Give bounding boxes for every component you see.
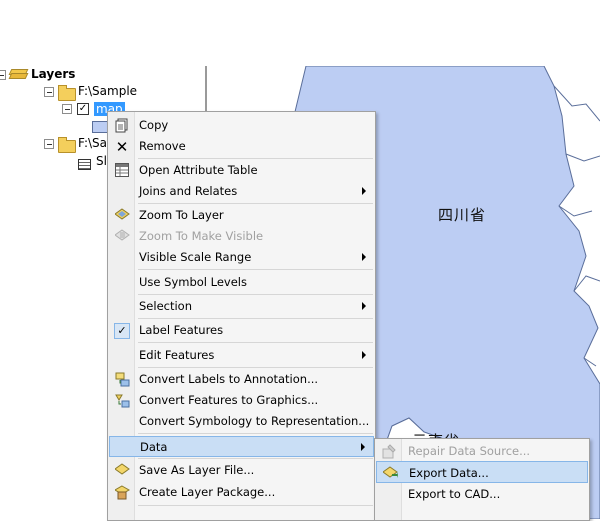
menu-separator (138, 367, 373, 368)
submenu-arrow-icon (362, 302, 366, 310)
menu-separator (138, 269, 373, 270)
submenu-item-label: Export to CAD... (408, 487, 501, 501)
table-icon (78, 159, 91, 170)
zoom-to-layer-icon (113, 208, 130, 224)
folder-icon (58, 137, 76, 153)
menu-item-convert-labels-to-annotation[interactable]: Convert Labels to Annotation... (109, 369, 374, 390)
submenu-arrow-icon (361, 443, 365, 451)
folder-icon (58, 85, 76, 101)
toc-item-table[interactable]: Sl (96, 154, 107, 168)
menu-item-label: Convert Features to Graphics... (139, 393, 319, 407)
menu-item-selection[interactable]: Selection (109, 296, 374, 317)
menu-item-label: Use Symbol Levels (139, 275, 247, 289)
collapse-toggle[interactable] (0, 70, 6, 80)
menu-item-save-as-layer-file[interactable]: Save As Layer File... (109, 460, 374, 481)
submenu-arrow-icon (362, 253, 366, 261)
menu-item-label: Selection (139, 299, 192, 313)
submenu-item-export-data[interactable]: Export Data... (376, 461, 588, 483)
menu-separator (138, 158, 373, 159)
menu-item-label: Convert Labels to Annotation... (139, 372, 319, 386)
layer-package-icon (113, 485, 130, 501)
remove-icon: ✕ (115, 138, 129, 156)
menu-item-label: Data (140, 440, 168, 454)
collapse-toggle[interactable] (62, 104, 72, 114)
layer-symbol-swatch[interactable] (92, 121, 108, 133)
menu-item-label: Label Features (139, 323, 224, 337)
repair-icon (381, 444, 397, 460)
zoom-visible-icon (113, 229, 130, 245)
menu-item-label: Open Attribute Table (139, 163, 258, 177)
graphics-icon (114, 393, 130, 409)
menu-separator (138, 318, 373, 319)
toc-item-second-folder[interactable]: F:\Sa (78, 136, 107, 150)
menu-separator (138, 458, 373, 459)
menu-item-label: Zoom To Make Visible (139, 229, 264, 243)
submenu-item-label: Repair Data Source... (408, 444, 531, 458)
menu-item-visible-scale-range[interactable]: Visible Scale Range (109, 247, 374, 268)
table-icon (114, 163, 130, 179)
menu-item-zoom-to-make-visible[interactable]: Zoom To Make Visible (109, 226, 374, 247)
menu-item-copy[interactable]: Copy (109, 115, 374, 136)
map-label-sichuan: 四川省 (438, 206, 487, 224)
menu-item-label: Copy (139, 118, 169, 132)
submenu-item-export-to-cad[interactable]: Export to CAD... (376, 483, 588, 505)
menu-item-open-attribute-table[interactable]: Open Attribute Table (109, 160, 374, 181)
menu-item-convert-symbology-to-representation[interactable]: Convert Symbology to Representation... (109, 411, 374, 432)
menu-item-label: Create Layer Package... (139, 485, 276, 499)
menu-separator (138, 342, 373, 343)
collapse-toggle[interactable] (44, 139, 54, 149)
data-submenu: Repair Data Source... Export Data... Exp… (374, 438, 590, 521)
submenu-arrow-icon (362, 187, 366, 195)
menu-item-label: Convert Symbology to Representation... (139, 414, 370, 428)
layer-file-icon (113, 463, 130, 479)
layers-icon (8, 69, 29, 81)
annotation-icon (114, 372, 130, 388)
menu-item-remove[interactable]: ✕ Remove (109, 136, 374, 157)
menu-item-use-symbol-levels[interactable]: Use Symbol Levels (109, 272, 374, 293)
checkmark-icon: ✓ (114, 323, 130, 339)
menu-separator (138, 505, 373, 506)
context-menu: Copy ✕ Remove Open Attribute Table Joins… (107, 111, 376, 521)
menu-item-label: Remove (139, 139, 186, 153)
layers-root-label: Layers (31, 67, 76, 81)
submenu-item-label: Export Data... (409, 466, 489, 480)
collapse-toggle[interactable] (44, 87, 54, 97)
menu-item-joins-and-relates[interactable]: Joins and Relates (109, 181, 374, 202)
submenu-item-repair-data-source[interactable]: Repair Data Source... (376, 440, 588, 462)
layer-visibility-checkbox[interactable]: ✓ (77, 103, 89, 115)
export-icon (381, 466, 398, 482)
menu-separator (138, 433, 373, 434)
menu-item-data[interactable]: Data (109, 436, 374, 457)
toc-item-sample-folder[interactable]: F:\Sample (78, 84, 137, 98)
menu-separator (138, 294, 373, 295)
menu-item-edit-features[interactable]: Edit Features (109, 345, 374, 366)
submenu-arrow-icon (362, 351, 366, 359)
menu-item-zoom-to-layer[interactable]: Zoom To Layer (109, 205, 374, 226)
copy-icon (114, 118, 130, 134)
menu-item-label-features[interactable]: ✓ Label Features (109, 320, 374, 341)
menu-item-label: Edit Features (139, 348, 215, 362)
menu-item-create-layer-package[interactable]: Create Layer Package... (109, 482, 374, 503)
menu-item-label: Visible Scale Range (139, 250, 252, 264)
menu-item-convert-features-to-graphics[interactable]: Convert Features to Graphics... (109, 390, 374, 411)
menu-item-label: Joins and Relates (139, 184, 238, 198)
menu-separator (138, 203, 373, 204)
menu-item-label: Save As Layer File... (139, 463, 255, 477)
menu-item-label: Zoom To Layer (139, 208, 224, 222)
